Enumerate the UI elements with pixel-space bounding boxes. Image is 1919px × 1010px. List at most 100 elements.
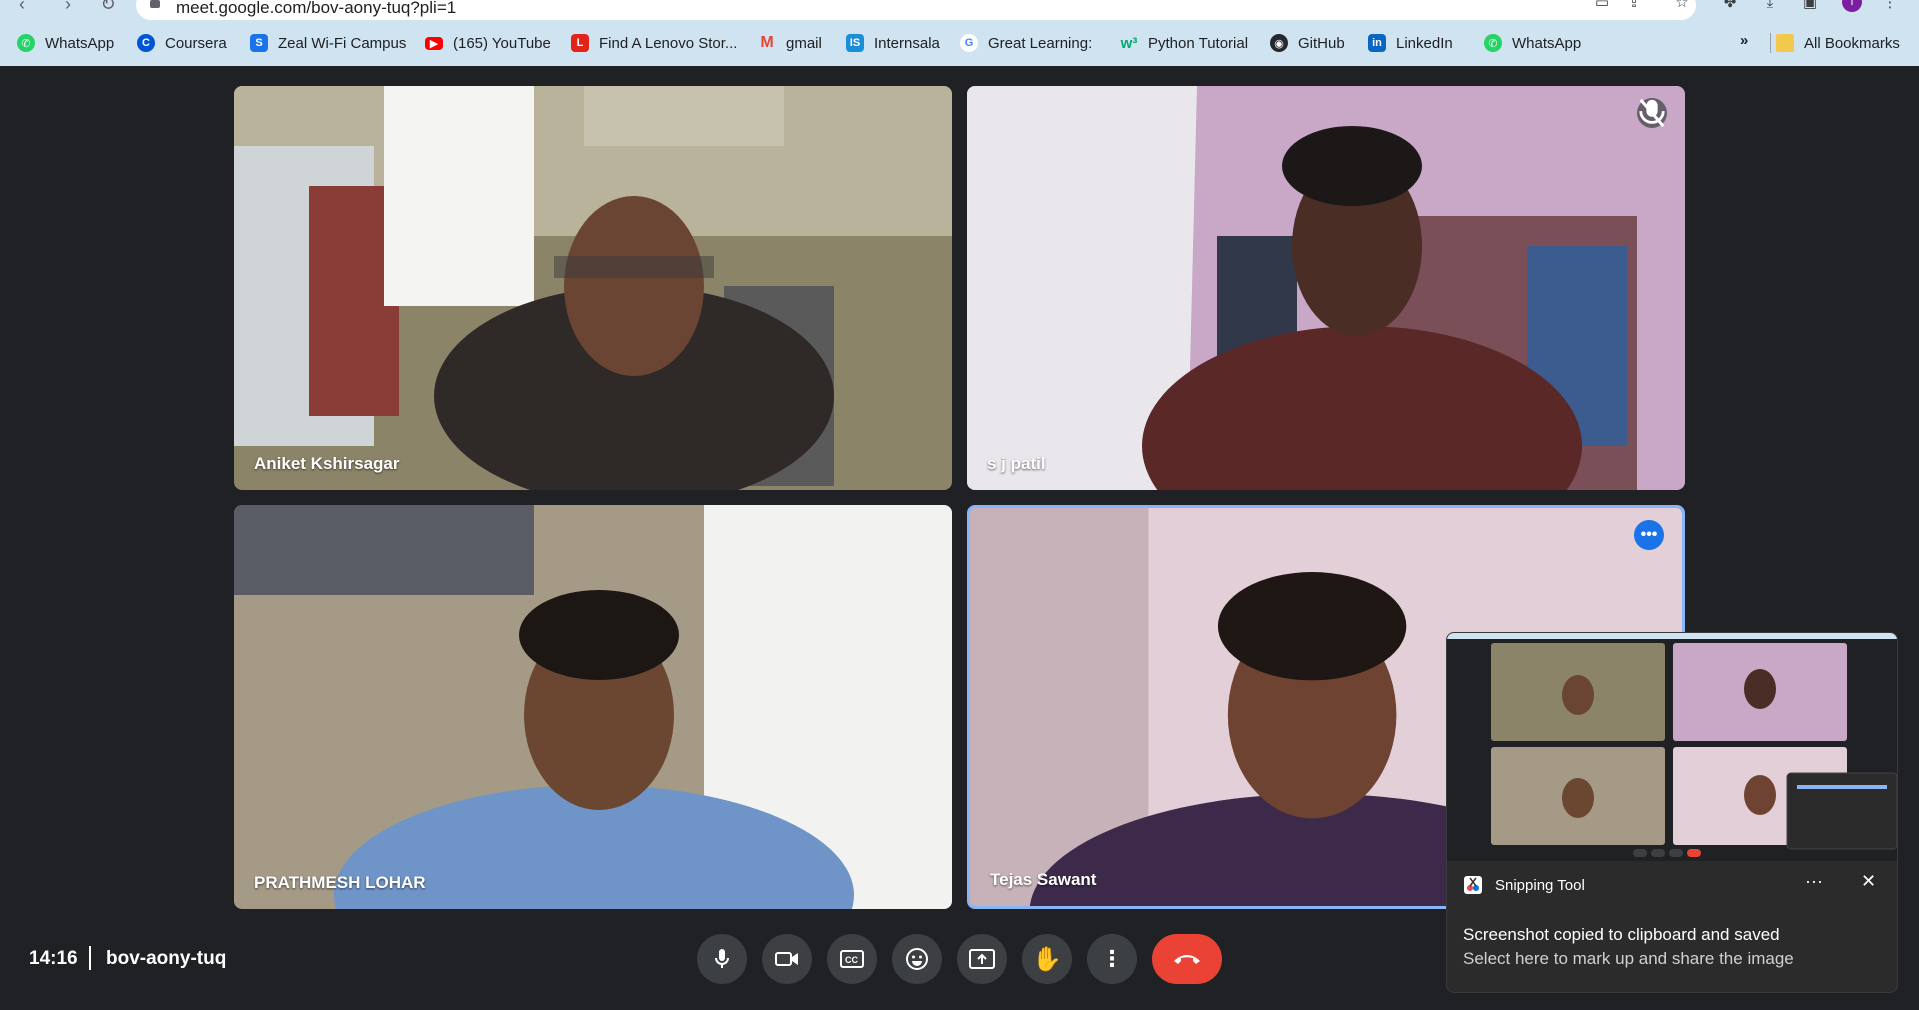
participant-video [234, 505, 952, 909]
menu-icon[interactable]: ⋮ [1880, 0, 1900, 10]
participant-video [967, 86, 1685, 490]
leave-call-button[interactable] [1152, 934, 1222, 984]
bookmark-label: All Bookmarks [1804, 34, 1900, 52]
share-icon[interactable]: ⇪ [1624, 0, 1644, 10]
bookmark-whatsapp-2[interactable]: ✆ WhatsApp [1484, 28, 1581, 58]
bookmark-label: WhatsApp [1512, 34, 1582, 52]
raise-hand-button[interactable]: ✋ [1022, 934, 1072, 984]
tab-search-icon[interactable]: ▣ [1800, 0, 1820, 10]
svg-text:CC: CC [845, 955, 858, 965]
bookmark-label: Python Tutorial [1148, 34, 1249, 52]
folder-icon [1776, 34, 1794, 52]
bookmark-github[interactable]: ◉ GitHub [1270, 28, 1345, 58]
bookmark-label: Find A Lenovo Stor... [599, 34, 738, 52]
bookmark-linkedin[interactable]: in LinkedIn [1368, 28, 1453, 58]
profile-avatar[interactable]: T [1842, 0, 1862, 12]
present-button[interactable] [957, 934, 1007, 984]
bookmark-youtube[interactable]: ▶ (165) YouTube [425, 28, 551, 58]
snipping-tool-notification[interactable]: Snipping Tool ··· ✕ Screenshot copied to… [1446, 632, 1898, 993]
more-options-button[interactable]: ⋮ [1087, 934, 1137, 984]
raise-hand-icon: ✋ [1032, 945, 1062, 973]
bookmark-coursera[interactable]: C Coursera [137, 28, 227, 58]
internshala-icon: IS [846, 34, 864, 52]
bookmark-internshala[interactable]: IS Internsala [846, 28, 940, 58]
bookmark-lenovo[interactable]: L Find A Lenovo Stor... [571, 28, 737, 58]
toast-submessage: Select here to mark up and share the ima… [1463, 949, 1794, 968]
muted-mic-icon [1637, 98, 1667, 128]
bookmark-label: gmail [786, 34, 822, 52]
bookmark-whatsapp[interactable]: ✆ WhatsApp [17, 28, 114, 58]
bookmark-label: Internsala [874, 34, 940, 52]
toast-message: Screenshot copied to clipboard and saved [1463, 925, 1780, 944]
coursera-icon: C [137, 34, 155, 52]
toast-close-button[interactable]: ✕ [1861, 871, 1876, 892]
download-icon[interactable]: ⤓ [1760, 0, 1780, 10]
bookmarks-bar: ✆ WhatsApp C Coursera S Zeal Wi-Fi Campu… [0, 28, 1919, 58]
site-info-icon[interactable] [150, 0, 160, 8]
w3schools-icon: w³ [1120, 34, 1138, 52]
participant-name: Tejas Sawant [990, 870, 1097, 889]
bookmark-great-learning[interactable]: G Great Learning: [960, 28, 1092, 58]
bookmark-label: Great Learning: [988, 34, 1093, 52]
more-bookmarks-button[interactable]: » [1740, 32, 1748, 49]
bookmark-label: Zeal Wi-Fi Campus [278, 34, 407, 52]
url-text[interactable]: meet.google.com/bov-aony-tuq?pli=1 [176, 0, 456, 18]
bookmark-label: LinkedIn [1396, 34, 1453, 52]
participant-video [234, 86, 952, 490]
whatsapp-icon: ✆ [17, 34, 35, 52]
gmail-icon: M [760, 34, 774, 51]
meeting-time: 14:16 [29, 948, 78, 969]
emoji-icon [906, 948, 928, 970]
camera-button[interactable] [762, 934, 812, 984]
bookmark-separator [1770, 33, 1771, 53]
toast-header: Snipping Tool [1463, 875, 1585, 895]
youtube-icon: ▶ [425, 36, 443, 50]
forward-icon[interactable]: › [54, 0, 82, 14]
address-row: ‹ › ↻ meet.google.com/bov-aony-tuq?pli=1… [0, 0, 1919, 22]
mic-button[interactable] [697, 934, 747, 984]
present-icon [969, 949, 995, 969]
browser-chrome: ‹ › ↻ meet.google.com/bov-aony-tuq?pli=1… [0, 0, 1919, 66]
all-bookmarks[interactable]: All Bookmarks [1776, 28, 1900, 58]
participant-tile-2[interactable]: s j patil [967, 86, 1685, 490]
cast-icon[interactable]: ▭ [1592, 0, 1612, 10]
snipping-tool-icon [1464, 876, 1482, 894]
whatsapp-icon: ✆ [1484, 34, 1502, 52]
captions-button[interactable]: CC [827, 934, 877, 984]
participant-tile-1[interactable]: Aniket Kshirsagar [234, 86, 952, 490]
more-vert-icon: ⋮ [1101, 946, 1123, 971]
bookmark-python-tutorial[interactable]: w³ Python Tutorial [1120, 28, 1248, 58]
emoji-button[interactable] [892, 934, 942, 984]
reload-icon[interactable]: ↻ [94, 0, 122, 14]
github-icon: ◉ [1270, 34, 1288, 52]
toast-app-name: Snipping Tool [1495, 876, 1585, 894]
bookmark-label: WhatsApp [45, 34, 115, 52]
mic-icon [715, 949, 729, 968]
captions-icon: CC [840, 950, 864, 968]
toast-more-button[interactable]: ··· [1805, 871, 1823, 892]
address-bar[interactable]: meet.google.com/bov-aony-tuq?pli=1 [136, 0, 1696, 20]
zeal-icon: S [250, 34, 268, 52]
participant-name: s j patil [987, 454, 1046, 473]
more-options-icon[interactable]: ••• [1634, 520, 1664, 550]
participant-name: Aniket Kshirsagar [254, 454, 400, 473]
camera-icon [775, 952, 798, 966]
bookmark-gmail[interactable]: M gmail [758, 28, 822, 58]
participant-name: PRATHMESH LOHAR [254, 873, 426, 892]
linkedin-icon: in [1368, 34, 1386, 52]
extensions-icon[interactable]: ✤ [1720, 0, 1740, 10]
bookmark-label: GitHub [1298, 34, 1345, 52]
google-icon: G [960, 34, 978, 52]
toolbar-divider [89, 946, 91, 970]
screenshot-thumbnail [1447, 633, 1897, 861]
bookmark-label: (165) YouTube [453, 34, 551, 52]
bookmark-zeal[interactable]: S Zeal Wi-Fi Campus [250, 28, 406, 58]
back-icon[interactable]: ‹ [8, 0, 36, 14]
meeting-code: bov-aony-tuq [106, 948, 227, 969]
screenshot-preview[interactable] [1447, 633, 1897, 861]
bookmark-label: Coursera [165, 34, 227, 52]
lenovo-icon: L [571, 34, 589, 52]
end-call-icon [1174, 955, 1200, 964]
star-icon[interactable]: ☆ [1672, 0, 1692, 10]
participant-tile-3[interactable]: PRATHMESH LOHAR [234, 505, 952, 909]
